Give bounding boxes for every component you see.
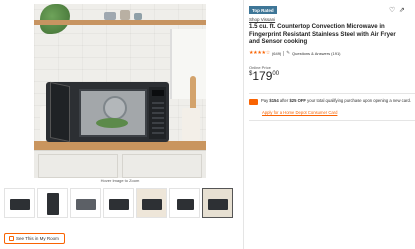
thumbnail[interactable] [169, 188, 200, 218]
thumbnail-active[interactable] [202, 188, 233, 218]
thumbnail[interactable] [103, 188, 134, 218]
kitchen-window [170, 29, 206, 99]
pay-amount: $154 [269, 98, 279, 103]
credit-offer-text: Pay $154 after $25 OFF your total qualif… [261, 98, 411, 103]
shelf-jar [134, 13, 142, 20]
wall-shelf [34, 20, 206, 25]
thumbnail-microwave [109, 199, 129, 210]
thumbnail[interactable] [4, 188, 35, 218]
keypad [152, 100, 164, 134]
see-in-my-room-button[interactable]: See This in My Room [4, 233, 65, 244]
shelf-jar [104, 12, 116, 20]
thumbnail[interactable] [136, 188, 167, 218]
thumbnail-strip [4, 188, 233, 218]
price-cents: 00 [272, 71, 280, 77]
credit-offer: Pay $154 after $25 OFF your total qualif… [249, 98, 411, 105]
convection-fan [103, 96, 127, 120]
thumbnail-microwave [177, 199, 194, 210]
microwave-door [50, 81, 70, 143]
price: $ 179 00 [249, 70, 279, 82]
cabinet-door [122, 154, 202, 178]
column-divider [243, 0, 244, 249]
after-label: after [279, 98, 289, 103]
heart-icon[interactable]: ♡ [389, 7, 396, 14]
cabinet-door [38, 154, 118, 178]
product-title: 1.5 cu. ft. Countertop Convection Microw… [249, 23, 396, 46]
thumbnail-microwave [47, 193, 59, 215]
microwave-image [46, 81, 169, 143]
apply-card-link[interactable]: Apply for a Home Depot Consumer Card [262, 110, 337, 115]
rating-separator [283, 50, 285, 56]
product-main-image[interactable] [34, 4, 206, 178]
thumbnail-microwave [142, 199, 162, 210]
thumbnail-microwave [208, 199, 228, 210]
pay-label: Pay [261, 98, 269, 103]
star-icon[interactable]: ★★★★☆ [249, 50, 270, 56]
chat-icon: ✎ [286, 50, 291, 55]
thumbnail[interactable] [70, 188, 101, 218]
countertop [34, 141, 206, 150]
discount-amount: $25 OFF [289, 98, 306, 103]
share-icon[interactable]: ⇗ [399, 7, 406, 14]
price-dollars: 179 [252, 69, 273, 83]
credit-card-icon [249, 99, 258, 105]
brand-link[interactable]: Shop Vissani [249, 17, 275, 22]
offer-rest: your total qualifying purchase upon open… [307, 98, 411, 103]
thumbnail-microwave [76, 199, 96, 210]
shelf-jar [120, 10, 130, 20]
utensil-holder [182, 108, 200, 141]
rating-row: ★★★★☆ (649) ✎ Questions & Answers (191) [249, 50, 341, 56]
thumbnail[interactable] [37, 188, 68, 218]
display [152, 90, 164, 96]
rating-count[interactable]: (649) [272, 51, 281, 56]
questions-answers-link[interactable]: Questions & Answers (191) [292, 51, 340, 56]
zoom-hint: Hover Image to Zoom [100, 178, 140, 183]
microwave-cavity [79, 89, 147, 137]
divider-line [249, 93, 415, 94]
divider-line [249, 120, 415, 121]
thumbnail-microwave [10, 199, 30, 210]
food-tray [96, 118, 128, 128]
see-in-my-room-label: See This in My Room [16, 236, 59, 241]
wooden-spoon [190, 76, 196, 112]
ar-room-icon [9, 236, 14, 241]
top-rated-badge: Top Rated [249, 6, 277, 14]
